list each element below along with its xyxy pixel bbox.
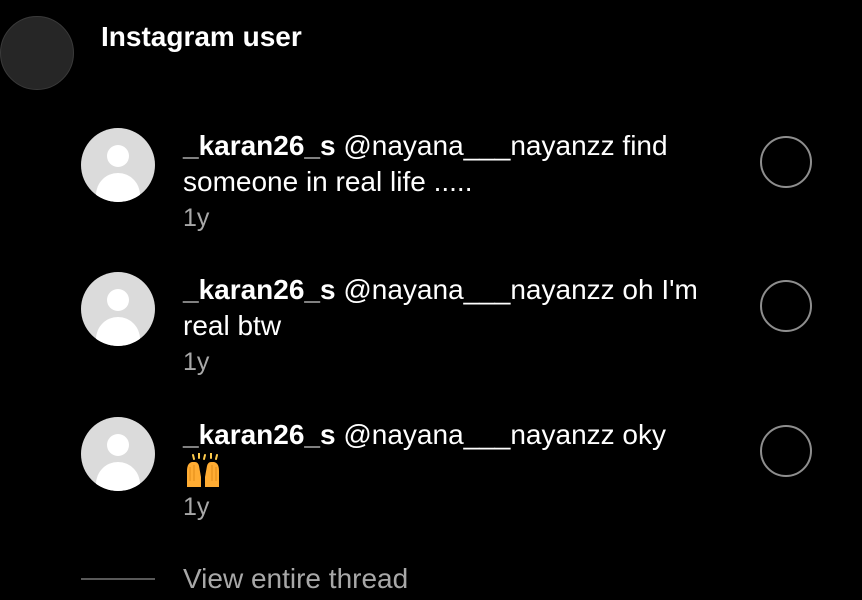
raising-hands-emoji: [187, 453, 219, 487]
comment-item: _karan26_s @nayana___nayanzz find someon…: [0, 128, 862, 248]
comment-body: @nayana___nayanzz oky: [335, 419, 666, 450]
thread-divider-line: [81, 578, 155, 580]
select-circle[interactable]: [760, 136, 812, 188]
comment-time: 1y: [183, 348, 210, 376]
select-circle[interactable]: [760, 280, 812, 332]
comment-text: _karan26_s @nayana___nayanzz oh I'm real…: [183, 272, 743, 344]
comment-avatar[interactable]: [81, 417, 155, 491]
comment-text: _karan26_s @nayana___nayanzz oky: [183, 417, 743, 489]
comment-avatar[interactable]: [81, 272, 155, 346]
comment-time: 1y: [183, 204, 210, 232]
header-username[interactable]: Instagram user: [101, 20, 302, 54]
comment-item: _karan26_s @nayana___nayanzz oky 1y: [0, 417, 862, 537]
comment-item: _karan26_s @nayana___nayanzz oh I'm real…: [0, 272, 862, 392]
select-circle[interactable]: [760, 425, 812, 477]
avatar-head-shape: [107, 434, 129, 456]
comment-username[interactable]: _karan26_s: [183, 274, 336, 305]
comment-avatar[interactable]: [81, 128, 155, 202]
comment-text: _karan26_s @nayana___nayanzz find someon…: [183, 128, 743, 200]
avatar-body-shape: [96, 317, 140, 346]
avatar-body-shape: [96, 462, 140, 491]
comment-username[interactable]: _karan26_s: [183, 130, 336, 161]
comment-username[interactable]: _karan26_s: [183, 419, 336, 450]
view-entire-thread-link[interactable]: View entire thread: [183, 562, 408, 596]
avatar-head-shape: [107, 289, 129, 311]
avatar-head-shape: [107, 145, 129, 167]
comment-time: 1y: [183, 493, 210, 521]
avatar-body-shape: [96, 173, 140, 202]
header-avatar[interactable]: [0, 16, 74, 90]
